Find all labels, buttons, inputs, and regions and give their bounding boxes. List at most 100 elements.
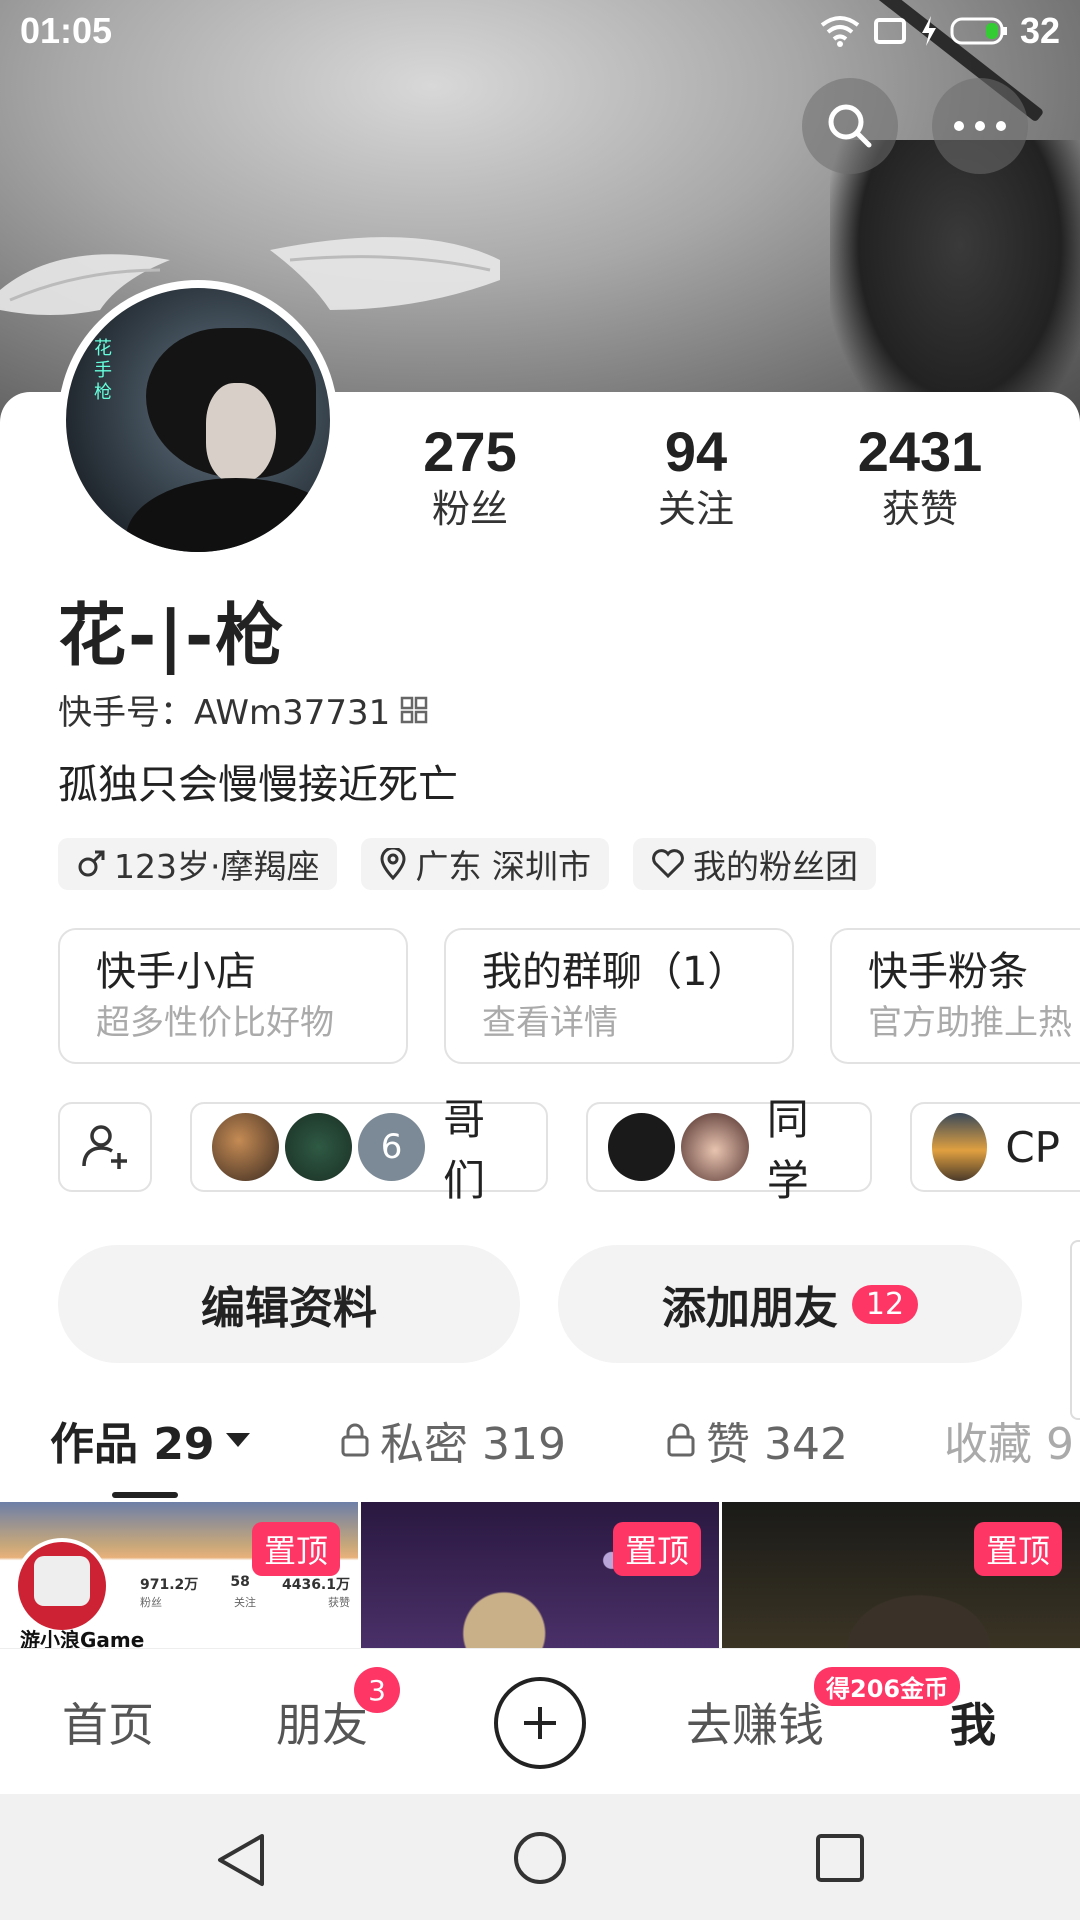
- service-promote-title: 快手粉条: [868, 949, 1028, 995]
- charging-icon: [921, 16, 936, 46]
- tab-indicator: [112, 1492, 178, 1498]
- group-cp[interactable]: CP: [910, 1102, 1080, 1192]
- kuaishou-id-text: 快手号：AWm37731: [58, 693, 391, 733]
- battery-icon: [950, 17, 1007, 45]
- pinned-badge: 置顶: [612, 1522, 701, 1576]
- avatar[interactable]: 花手枪: [58, 280, 338, 560]
- group-avatar: [932, 1113, 988, 1181]
- group-classmates[interactable]: 同学: [586, 1095, 872, 1205]
- works-grid: 971.2万 58 4436.1万 粉丝 关注 获赞 游小浪Game 置顶 置顶…: [0, 1502, 1080, 1648]
- system-nav-bar: [0, 1794, 1080, 1920]
- game-avatar: [14, 1538, 110, 1634]
- add-user-icon: [82, 1125, 127, 1169]
- service-card-shop[interactable]: 快手小店 超多性价比好物: [58, 928, 408, 1064]
- home-circle-icon[interactable]: [512, 1830, 568, 1886]
- nav-earn-badge: 得206金币: [814, 1667, 961, 1706]
- create-post-button[interactable]: [494, 1677, 586, 1769]
- more-button[interactable]: [932, 78, 1028, 174]
- nav-home[interactable]: 首页: [62, 1689, 154, 1755]
- tag-fan-club-text: 我的粉丝团: [692, 847, 858, 886]
- group-buddies[interactable]: 6 哥们: [190, 1095, 548, 1205]
- group-buddies-name: 哥们: [443, 1095, 486, 1205]
- edit-profile-button[interactable]: 编辑资料: [58, 1245, 520, 1363]
- group-avatar: [681, 1113, 749, 1181]
- add-friend-label: 添加朋友: [661, 1283, 838, 1334]
- add-friend-group-button[interactable]: [58, 1102, 152, 1192]
- tab-favorites-label: 收藏 9: [944, 1419, 1074, 1470]
- game-caption: 游小浪Game: [20, 1628, 145, 1648]
- side-scroll-handle[interactable]: [1070, 1240, 1080, 1420]
- edit-profile-label: 编辑资料: [201, 1283, 377, 1334]
- tab-favorites[interactable]: 收藏 9: [944, 1408, 1074, 1472]
- service-card-group-chat[interactable]: 我的群聊（1） 查看详情: [444, 928, 794, 1064]
- nav-earn[interactable]: 去赚钱 得206金币: [686, 1667, 961, 1755]
- tab-private[interactable]: 私密 319: [340, 1408, 566, 1472]
- tag-location-text: 广东 深圳市: [415, 847, 591, 886]
- nav-earn-label: 去赚钱: [686, 1698, 824, 1752]
- lock-icon: [667, 1423, 695, 1457]
- tag-fan-club[interactable]: 我的粉丝团: [632, 838, 876, 890]
- stat-likes-label: 获赞: [881, 487, 958, 531]
- search-button[interactable]: [802, 78, 898, 174]
- tab-private-label: 私密 319: [380, 1419, 566, 1470]
- avatar-face: [206, 383, 276, 483]
- stat-fans-label: 粉丝: [431, 487, 508, 531]
- avatar-coat: [126, 478, 330, 552]
- qr-code-icon[interactable]: [400, 696, 428, 724]
- service-group-chat-subtitle: 查看详情: [482, 1003, 618, 1043]
- service-card-promote[interactable]: 快手粉条 官方助推上热: [830, 928, 1080, 1064]
- kuaishou-id[interactable]: 快手号：AWm37731: [58, 685, 428, 734]
- location-pin-icon: [380, 848, 406, 880]
- add-friend-badge: 12: [851, 1284, 919, 1324]
- service-shop-title: 快手小店: [96, 949, 256, 995]
- tag-location[interactable]: 广东 深圳市: [361, 838, 609, 890]
- plus-icon: [524, 1707, 556, 1739]
- group-avatar: [212, 1113, 280, 1181]
- game-stat-labels: 粉丝 关注 获赞: [140, 1596, 350, 1609]
- stat-fans-value: 275: [423, 420, 517, 483]
- more-dots-icon: [954, 121, 1006, 131]
- nav-friends[interactable]: 朋友 3: [276, 1667, 400, 1755]
- tag-age-zodiac-text: 123岁·摩羯座: [114, 847, 320, 886]
- pinned-badge: 置顶: [973, 1522, 1062, 1576]
- back-icon[interactable]: [214, 1832, 268, 1888]
- heart-icon: [652, 849, 684, 879]
- pinned-badge: 置顶: [251, 1522, 340, 1576]
- screen-icon: [873, 18, 906, 44]
- status-bar: 01:05 32: [0, 0, 1080, 60]
- tab-liked[interactable]: 赞 342: [666, 1408, 848, 1472]
- work-thumbnail[interactable]: 置顶: [361, 1502, 719, 1648]
- banner-figure: [830, 140, 1080, 430]
- content-tabs: 作品 29 私密 319 赞 342 收藏 9: [0, 1408, 1080, 1478]
- lock-icon: [341, 1423, 369, 1457]
- caret-down-icon: [225, 1433, 250, 1447]
- tab-liked-label: 赞 342: [706, 1419, 848, 1470]
- status-time: 01:05: [20, 10, 113, 51]
- group-avatar: [608, 1113, 676, 1181]
- battery-level: 32: [1019, 10, 1060, 51]
- bottom-nav: 首页 朋友 3 去赚钱 得206金币 我: [0, 1648, 1080, 1794]
- work-thumbnail[interactable]: 置顶: [722, 1502, 1080, 1648]
- game-stats: 971.2万 58 4436.1万: [140, 1574, 350, 1593]
- nav-friends-label: 朋友: [276, 1698, 368, 1752]
- recents-icon[interactable]: [814, 1832, 866, 1884]
- tab-works[interactable]: 作品 29: [50, 1408, 251, 1472]
- group-avatar: [285, 1113, 353, 1181]
- stat-likes[interactable]: 2431 获赞: [830, 420, 1010, 534]
- stat-likes-value: 2431: [857, 420, 983, 483]
- work-thumbnail[interactable]: 971.2万 58 4436.1万 粉丝 关注 获赞 游小浪Game 置顶: [0, 1502, 358, 1648]
- service-group-chat-title: 我的群聊（1）: [482, 949, 748, 995]
- add-friend-button[interactable]: 添加朋友 12: [558, 1245, 1022, 1363]
- stat-following[interactable]: 94 关注: [606, 420, 786, 534]
- tab-works-label: 作品 29: [50, 1419, 215, 1470]
- profile-name: 花-|-枪: [58, 597, 286, 676]
- stat-following-value: 94: [664, 420, 728, 483]
- group-classmates-name: 同学: [766, 1095, 809, 1205]
- service-shop-subtitle: 超多性价比好物: [96, 1003, 334, 1043]
- stat-fans[interactable]: 275 粉丝: [380, 420, 560, 534]
- tag-age-zodiac[interactable]: 123岁·摩羯座: [58, 838, 338, 890]
- search-icon: [828, 104, 872, 148]
- wifi-icon: [820, 16, 860, 47]
- avatar-text: 花手枪: [94, 338, 112, 403]
- nav-me[interactable]: 我: [950, 1689, 996, 1755]
